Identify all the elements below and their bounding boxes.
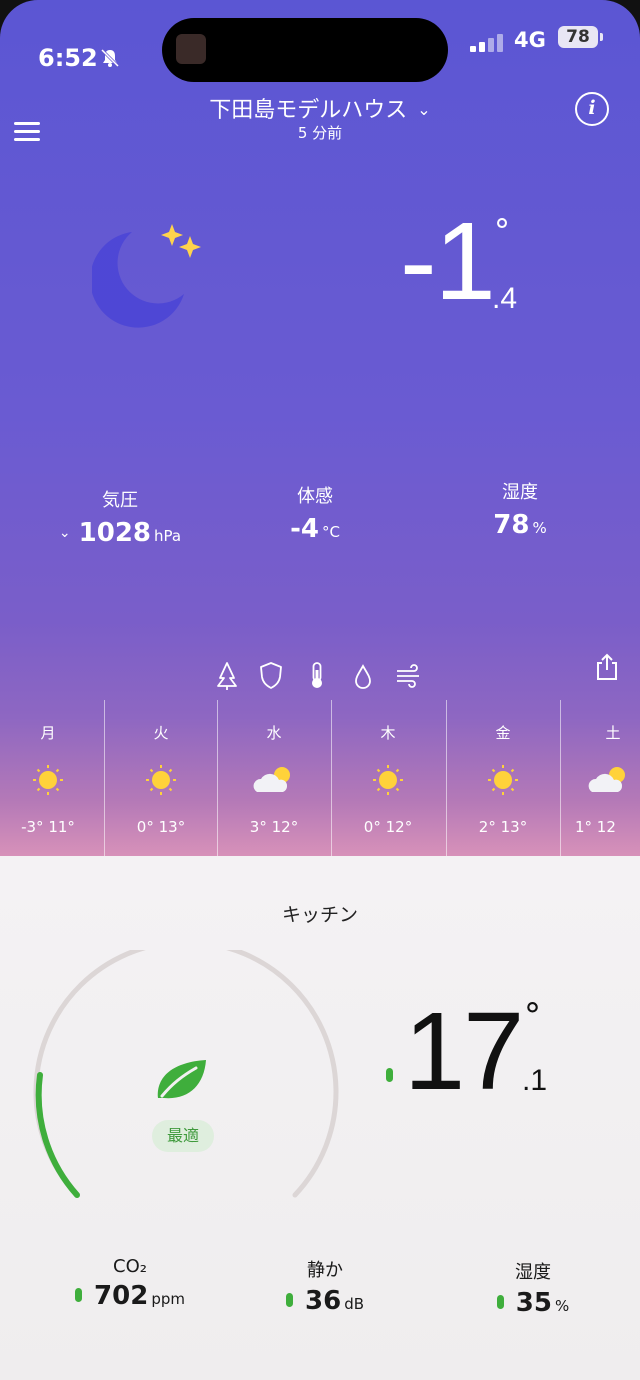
forecast-day[interactable]: 月 -3° 11° <box>0 700 104 856</box>
share-icon[interactable] <box>594 652 620 682</box>
day-label: 土 <box>605 724 621 742</box>
thermometer-icon[interactable] <box>304 660 330 690</box>
feels-like-value: -4 <box>290 514 319 544</box>
humidity-stat: 湿度 78% <box>460 478 580 540</box>
day-label: 木 <box>380 724 396 742</box>
sun-icon <box>488 765 518 795</box>
daily-forecast[interactable]: 月 -3° 11° 火 0° 13° 水 3° 12° 木 0° 12° 金 2… <box>0 700 640 856</box>
shield-icon[interactable] <box>258 660 284 690</box>
leaf-icon <box>157 1060 206 1099</box>
forecast-day[interactable]: 木 0° 12° <box>331 700 444 856</box>
day-label: 水 <box>266 724 282 742</box>
room-humidity-unit: % <box>554 1297 570 1315</box>
forecast-day[interactable]: 水 3° 12° <box>217 700 330 856</box>
station-selector[interactable]: 下田島モデルハウス ⌄ <box>160 92 480 124</box>
day-temps: 0° 13° <box>136 818 186 836</box>
info-icon[interactable]: i <box>575 92 609 126</box>
room-humidity-stat: 湿度 35% <box>478 1258 588 1318</box>
room-temperature-decimal: .1 <box>522 1064 548 1097</box>
forecast-day[interactable]: 金 2° 13° <box>446 700 559 856</box>
day-temps: 3° 12° <box>249 818 299 836</box>
pressure-value: 1028 <box>78 518 152 548</box>
drop-icon[interactable] <box>350 660 376 690</box>
battery-indicator: 78 <box>558 26 598 48</box>
outdoor-temperature-decimal: .4 <box>492 282 518 315</box>
humidity-value: 78 <box>493 510 530 540</box>
app-screen: 6:52 4G 78 下田島モデルハウス ⌄ 5 分前 i -1 ° .4 気圧 … <box>0 0 640 1380</box>
cloud-sun-icon <box>588 767 625 792</box>
sun-icon <box>373 765 403 795</box>
day-label: 月 <box>40 724 56 742</box>
day-temps: 2° 13° <box>478 818 528 836</box>
status-badge: 最適 <box>152 1120 214 1152</box>
wind-icon[interactable] <box>394 660 424 690</box>
noise-unit: dB <box>344 1295 364 1313</box>
room-humidity-status-dot <box>496 1295 504 1309</box>
bell-off-icon <box>100 48 120 68</box>
co2-status-dot <box>75 1288 83 1302</box>
room-degree: ° <box>524 996 541 1036</box>
noise-status-dot <box>286 1293 293 1307</box>
outdoor-degree: ° <box>494 212 510 250</box>
pressure-unit: hPa <box>154 527 182 545</box>
chevron-down-icon: ⌄ <box>417 100 431 119</box>
network-type: 4G <box>514 28 546 52</box>
now-playing-thumbnail <box>176 34 206 64</box>
day-temps: 1° 12 <box>575 818 616 836</box>
day-label: 火 <box>153 724 169 742</box>
noise-label: 静か <box>307 1260 343 1281</box>
signal-icon <box>470 34 504 52</box>
room-name[interactable]: キッチン <box>220 900 420 927</box>
moon-stars-icon <box>92 224 201 328</box>
noise-value: 36 <box>305 1286 342 1316</box>
co2-label: CO₂ <box>113 1256 147 1277</box>
room-temperature: 17 <box>404 990 524 1113</box>
day-temps: -3° 11° <box>21 818 75 836</box>
feels-like-stat: 体感 -4 °C <box>250 482 380 544</box>
outdoor-temperature: -1 <box>400 200 496 323</box>
room-humidity-label: 湿度 <box>515 1262 551 1283</box>
pressure-label: 気圧 <box>102 490 138 511</box>
humidity-label: 湿度 <box>502 482 538 503</box>
forecast-day[interactable]: 土 1° 12 <box>560 700 640 856</box>
noise-stat: 静か 36 dB <box>270 1256 380 1316</box>
co2-unit: ppm <box>151 1290 185 1308</box>
day-label: 金 <box>495 724 511 742</box>
pressure-stat: 気圧 ⌄ 1028 hPa <box>50 486 190 548</box>
co2-value: 702 <box>94 1281 149 1311</box>
sun-icon <box>33 765 63 795</box>
feels-like-label: 体感 <box>297 486 333 507</box>
sun-icon <box>146 765 176 795</box>
status-time: 6:52 <box>38 44 98 72</box>
last-updated: 5 分前 <box>297 124 343 142</box>
room-humidity-value: 35 <box>515 1288 552 1318</box>
station-name: 下田島モデルハウス <box>209 98 408 123</box>
cloud-sun-icon <box>253 767 290 792</box>
temperature-status-dot <box>386 1068 393 1082</box>
forecast-day[interactable]: 火 0° 13° <box>104 700 217 856</box>
pollen-icon[interactable] <box>214 660 240 690</box>
co2-stat: CO₂ 702 ppm <box>60 1256 200 1311</box>
chevron-down-icon: ⌄ <box>58 525 71 541</box>
humidity-unit: % <box>532 519 547 537</box>
battery-tip <box>600 33 603 41</box>
day-temps: 0° 12° <box>363 818 413 836</box>
feels-like-unit: °C <box>321 523 340 541</box>
menu-icon[interactable] <box>14 122 40 142</box>
